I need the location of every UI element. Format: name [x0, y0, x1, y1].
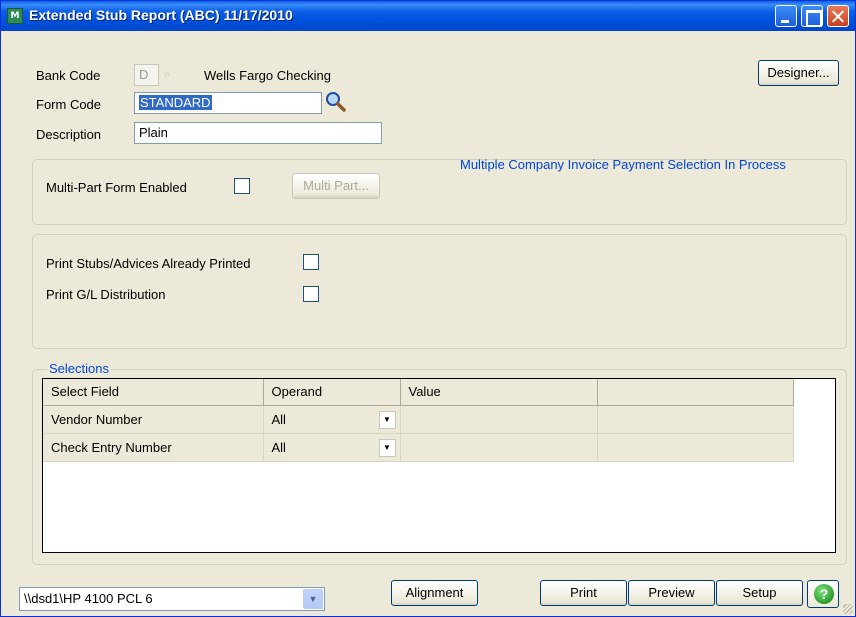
- print-stubs-label: Print Stubs/Advices Already Printed: [46, 256, 251, 271]
- print-button[interactable]: Print: [540, 580, 627, 606]
- chevron-down-icon[interactable]: ▼: [303, 589, 323, 609]
- value-cell[interactable]: [400, 405, 598, 434]
- designer-button[interactable]: Designer...: [758, 60, 839, 86]
- report-window: M Extended Stub Report (ABC) 11/17/2010 …: [0, 0, 856, 617]
- setup-button-label: Setup: [742, 585, 777, 600]
- search-icon[interactable]: [325, 91, 347, 113]
- multi-part-button[interactable]: Multi Part...: [292, 173, 380, 199]
- operand-cell[interactable]: All ▼: [263, 433, 401, 462]
- alignment-button[interactable]: Alignment: [391, 580, 478, 606]
- description-field[interactable]: Plain: [134, 122, 382, 144]
- table-row[interactable]: Check Entry Number All ▼: [43, 433, 794, 462]
- preview-button[interactable]: Preview: [628, 580, 715, 606]
- dropdown-arrow-icon[interactable]: ▼: [378, 438, 396, 457]
- print-gl-checkbox[interactable]: [303, 286, 319, 302]
- alignment-button-label: Alignment: [405, 585, 464, 600]
- value-cell[interactable]: [400, 433, 598, 462]
- preview-button-label: Preview: [648, 585, 695, 600]
- bank-code-field[interactable]: D: [134, 64, 159, 86]
- column-header-blank[interactable]: [597, 379, 794, 406]
- selections-legend: Selections: [47, 361, 111, 376]
- printer-select-value: \\dsd1\HP 4100 PCL 6: [24, 591, 153, 606]
- print-gl-label: Print G/L Distribution: [46, 287, 166, 302]
- form-code-field[interactable]: STANDARD: [134, 92, 322, 114]
- dropdown-arrow-icon[interactable]: ▼: [378, 410, 396, 429]
- multipart-enabled-checkbox[interactable]: [234, 178, 250, 194]
- multipart-enabled-label: Multi-Part Form Enabled: [46, 180, 187, 195]
- operand-value: All: [271, 411, 286, 427]
- maximize-button[interactable]: [801, 5, 823, 27]
- app-icon: M: [7, 8, 23, 24]
- bank-name-text: Wells Fargo Checking: [204, 68, 331, 83]
- form-code-label: Form Code: [36, 97, 102, 112]
- operand-cell[interactable]: All ▼: [263, 405, 401, 434]
- grid-header-row: Select Field Operand Value: [43, 379, 794, 406]
- column-header-operand[interactable]: Operand: [263, 379, 401, 406]
- print-button-label: Print: [570, 585, 597, 600]
- operand-value: All: [271, 439, 286, 455]
- table-row[interactable]: Vendor Number All ▼: [43, 405, 794, 434]
- form-code-value: STANDARD: [139, 95, 212, 110]
- help-icon: ?: [814, 584, 834, 604]
- multi-part-button-label: Multi Part...: [303, 178, 369, 193]
- printer-select[interactable]: \\dsd1\HP 4100 PCL 6 ▼: [19, 587, 325, 611]
- resize-grip-icon[interactable]: [843, 604, 853, 614]
- multi-company-note: Multiple Company Invoice Payment Selecti…: [460, 157, 786, 172]
- select-field-cell: Vendor Number: [43, 405, 264, 434]
- selections-grid[interactable]: Select Field Operand Value Vendor Number…: [42, 378, 836, 553]
- extra-cell: [597, 405, 794, 434]
- print-stubs-checkbox[interactable]: [303, 254, 319, 270]
- lookup-icon-disabled: ⌕: [164, 67, 171, 81]
- help-button[interactable]: ?: [807, 580, 839, 608]
- designer-button-label: Designer...: [767, 65, 830, 80]
- window-title: Extended Stub Report (ABC) 11/17/2010: [29, 7, 293, 23]
- close-button[interactable]: [827, 5, 849, 27]
- column-header-value[interactable]: Value: [400, 379, 598, 406]
- setup-button[interactable]: Setup: [716, 580, 803, 606]
- column-header-select-field[interactable]: Select Field: [43, 379, 264, 406]
- title-bar[interactable]: M Extended Stub Report (ABC) 11/17/2010: [1, 1, 855, 31]
- description-label: Description: [36, 127, 102, 142]
- extra-cell: [597, 433, 794, 462]
- minimize-button[interactable]: [775, 5, 797, 27]
- select-field-cell: Check Entry Number: [43, 433, 264, 462]
- bank-code-label: Bank Code: [36, 68, 101, 83]
